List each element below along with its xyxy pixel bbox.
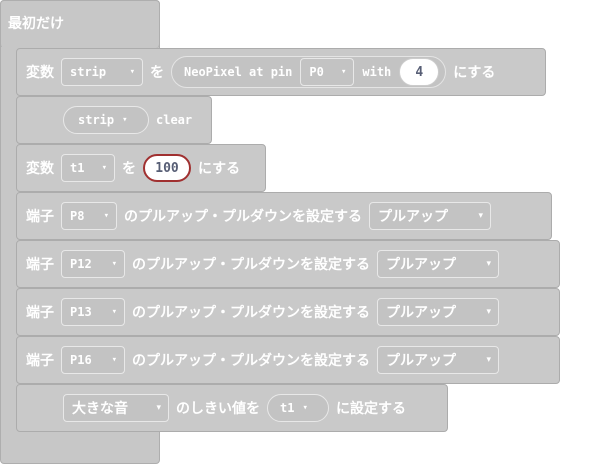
chevron-down-icon: ▾ [486,355,491,365]
set-strip-block[interactable]: 変数 strip ▾ を NeoPixel at pin P0 ▾ with 4 に… [16,48,546,96]
chevron-down-icon: ▾ [122,115,128,125]
chevron-down-icon: ▾ [111,307,117,317]
pin-p0-dropdown[interactable]: P0 ▾ [300,58,355,86]
pull-mode-dropdown[interactable]: プルアップ ▾ [377,346,499,374]
chevron-down-icon: ▾ [486,307,491,317]
wo-label: を [150,65,164,81]
clear-label: clear [156,113,193,127]
pin-p12-dropdown[interactable]: P12 ▾ [61,250,125,278]
on-start-label: 最初だけ [8,16,64,32]
pin-prefix-label: 端子 [26,257,54,273]
set-to-label: に設定する [336,401,406,417]
pull-mode-dropdown[interactable]: プルアップ ▾ [377,250,499,278]
pin-prefix-label: 端子 [26,209,54,225]
neopixel-create-block[interactable]: NeoPixel at pin P0 ▾ with 4 [171,56,447,88]
pull-mode-dropdown[interactable]: プルアップ ▾ [377,298,499,326]
neopixel-at-pin-label: NeoPixel at pin [184,65,293,79]
pull-setting-label: のプルアップ・プルダウンを設定する [132,305,370,321]
chevron-down-icon: ▾ [101,163,107,173]
strip-variable-dropdown[interactable]: strip ▾ [61,58,143,86]
pin-prefix-label: 端子 [26,305,54,321]
t1-value-input[interactable]: 100 [143,154,191,182]
suru-label: にする [198,161,241,177]
pull-setting-label: のプルアップ・プルダウンを設定する [132,257,370,273]
pin-prefix-label: 端子 [26,353,54,369]
led-count-input[interactable]: 4 [399,58,440,86]
wo-label: を [122,161,136,177]
strip-clear-block[interactable]: strip ▾ clear [16,96,212,144]
set-pull-p8-block[interactable]: 端子 P8 ▾ のプルアップ・プルダウンを設定する プルアップ ▾ [16,192,552,240]
chevron-down-icon: ▾ [111,355,117,365]
strip-variable-dropdown[interactable]: strip ▾ [63,106,149,134]
chevron-down-icon: ▾ [111,259,117,269]
pull-mode-dropdown[interactable]: プルアップ ▾ [369,202,491,230]
suru-label: にする [453,65,496,81]
set-pull-p12-block[interactable]: 端子 P12 ▾ のプルアップ・プルダウンを設定する プルアップ ▾ [16,240,560,288]
chevron-down-icon: ▾ [103,211,109,221]
t1-variable-dropdown[interactable]: t1 ▾ [61,154,115,182]
pin-p16-dropdown[interactable]: P16 ▾ [61,346,125,374]
chevron-down-icon: ▾ [340,67,347,77]
variable-label: 変数 [26,65,54,81]
pin-p8-dropdown[interactable]: P8 ▾ [61,202,117,230]
pull-setting-label: のプルアップ・プルダウンを設定する [132,353,370,369]
with-label: with [362,65,392,79]
t1-variable-reporter[interactable]: t1 ▾ [267,394,329,422]
on-start-spine [1,47,16,432]
sound-level-dropdown[interactable]: 大きな音 ▾ [63,394,169,422]
pull-setting-label: のプルアップ・プルダウンを設定する [124,209,362,225]
set-pull-p16-block[interactable]: 端子 P16 ▾ のプルアップ・プルダウンを設定する プルアップ ▾ [16,336,560,384]
chevron-down-icon: ▾ [486,259,491,269]
variable-label: 変数 [26,161,54,177]
chevron-down-icon: ▾ [129,67,135,77]
set-sound-threshold-block[interactable]: 大きな音 ▾ のしきい値を t1 ▾ に設定する [16,384,448,432]
chevron-down-icon: ▾ [156,403,161,413]
set-t1-block[interactable]: 変数 t1 ▾ を 100 にする [16,144,266,192]
pin-p13-dropdown[interactable]: P13 ▾ [61,298,125,326]
chevron-down-icon: ▾ [302,403,308,413]
chevron-down-icon: ▾ [478,211,483,221]
set-pull-p13-block[interactable]: 端子 P13 ▾ のプルアップ・プルダウンを設定する プルアップ ▾ [16,288,560,336]
threshold-label: のしきい値を [176,401,260,417]
